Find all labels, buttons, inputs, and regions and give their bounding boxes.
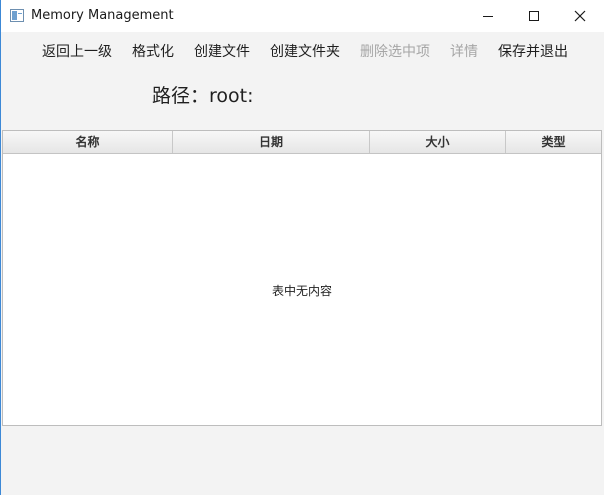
back-button[interactable]: 返回上一级	[32, 40, 122, 64]
table-header: 名称 日期 大小 类型	[3, 131, 601, 154]
create-file-button[interactable]: 创建文件	[184, 40, 260, 64]
format-button[interactable]: 格式化	[122, 40, 184, 64]
file-table[interactable]: 名称 日期 大小 类型 表中无内容	[2, 130, 602, 426]
column-header-date[interactable]: 日期	[173, 131, 370, 153]
minimize-icon	[483, 15, 493, 17]
save-and-exit-button[interactable]: 保存并退出	[488, 40, 578, 64]
current-path: 路径：root:	[152, 85, 254, 107]
column-header-type[interactable]: 类型	[506, 131, 601, 153]
app-window: Memory Management 返回上一级 格式化 创建文件 创建文件夹 删…	[0, 0, 604, 495]
window-title: Memory Management	[31, 8, 174, 23]
title-bar[interactable]: Memory Management	[1, 0, 604, 32]
create-folder-button[interactable]: 创建文件夹	[260, 40, 350, 64]
close-button[interactable]	[557, 0, 603, 32]
maximize-icon	[529, 11, 539, 21]
details-button[interactable]: 详情	[440, 40, 488, 64]
toolbar: 返回上一级 格式化 创建文件 创建文件夹 删除选中项 详情 保存并退出	[32, 40, 578, 64]
empty-table-message: 表中无内容	[271, 284, 332, 298]
app-icon	[10, 9, 24, 22]
column-header-size[interactable]: 大小	[370, 131, 506, 153]
close-icon	[574, 10, 586, 22]
column-header-name[interactable]: 名称	[3, 131, 173, 153]
delete-selected-button[interactable]: 删除选中项	[350, 40, 440, 64]
minimize-button[interactable]	[465, 0, 511, 32]
maximize-button[interactable]	[511, 0, 557, 32]
